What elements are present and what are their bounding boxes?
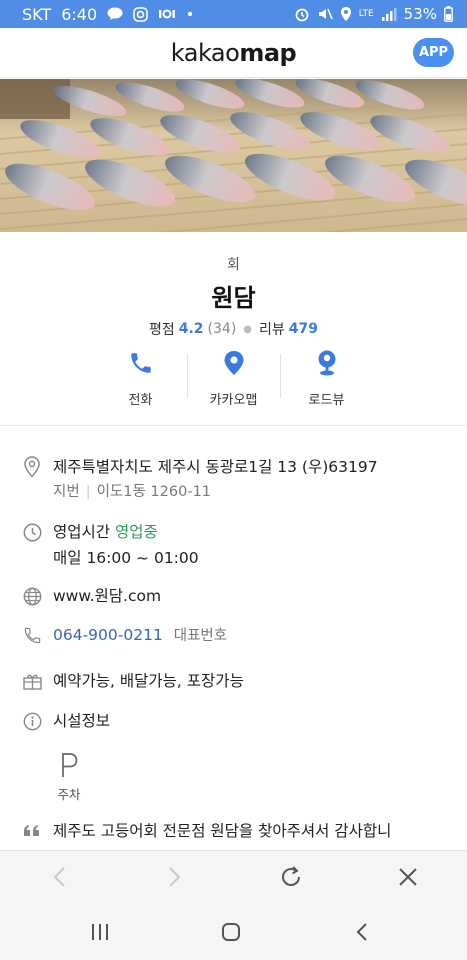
call-button-label: 전화 — [128, 393, 153, 408]
open-status: 영업중 — [114, 523, 158, 541]
parking-icon — [55, 752, 83, 782]
battery-icon — [444, 6, 453, 22]
gift-icon — [0, 668, 53, 694]
phone-row: 064-900-0211 대표번호 — [0, 622, 467, 648]
location-icon — [340, 6, 352, 22]
address-row: 제주특별자치도 제주시 동광로1길 13 (우)63197 지번 | 이도1동 12… — [0, 454, 467, 504]
system-back-button[interactable] — [349, 921, 375, 947]
hours-label: 영업시간 — [53, 523, 111, 541]
roadview-button[interactable]: 로드뷰 — [281, 350, 373, 410]
address-text[interactable]: 제주특별자치도 제주시 동광로1길 13 (우)63197 — [53, 454, 378, 480]
hours-status-line: 영업시간 영업중 — [53, 519, 199, 545]
place-photo[interactable] — [0, 79, 467, 232]
place-category: 회 — [227, 257, 240, 273]
talk-notification-icon — [107, 7, 123, 21]
browser-toolbar — [0, 850, 467, 906]
map-pin-icon — [223, 350, 245, 380]
alarm-icon — [294, 6, 310, 22]
open-app-button[interactable]: APP — [413, 38, 454, 67]
jibun-address: 지번 | 이도1동 1260-11 — [53, 480, 378, 504]
phone-line: 064-900-0211 대표번호 — [53, 622, 227, 648]
review-label: 리뷰 — [259, 322, 285, 338]
recent-apps-icon — [90, 923, 110, 945]
intro-row: 제주도 고등어회 전문점 원담을 찾아주셔서 감사합니 — [0, 818, 467, 844]
facility-row: 시설정보 — [0, 708, 467, 734]
parking-facility: 주차 — [55, 752, 83, 803]
services-row: 예약가능, 배달가능, 포장가능 — [0, 668, 467, 694]
rating-row[interactable]: 평점 4.2 (34) ● 리뷰 479 — [0, 319, 467, 339]
forward-button[interactable] — [161, 865, 189, 893]
chevron-right-icon — [168, 866, 182, 892]
app-header: kakaomap APP — [0, 28, 467, 78]
clock-icon — [0, 519, 53, 571]
jibun-separator: | — [85, 484, 91, 500]
hours-row: 영업시간 영업중 매일 16:00 ~ 01:00 — [0, 519, 467, 571]
action-bar: 전화 카카오맵 로드뷰 — [0, 350, 467, 410]
rating-label: 평점 — [148, 322, 175, 338]
rating-score: 4.2 — [178, 321, 204, 337]
mute-icon — [317, 6, 333, 22]
website-link[interactable]: www.원담.com — [53, 583, 161, 609]
parking-label: 주차 — [57, 787, 81, 802]
rating-count: (34) — [207, 321, 237, 337]
phone-number[interactable]: 064-900-0211 — [53, 626, 163, 644]
close-icon — [398, 867, 418, 891]
chevron-left-icon — [52, 866, 66, 892]
dot-icon — [186, 10, 194, 18]
kakaomap-button[interactable]: 카카오맵 — [188, 350, 280, 410]
home-button[interactable] — [218, 921, 244, 947]
app-notification-icon — [158, 8, 176, 20]
globe-icon — [0, 583, 53, 609]
review-count: 479 — [288, 321, 319, 337]
refresh-icon — [279, 865, 303, 893]
carrier-label: SKT — [22, 4, 52, 24]
jibun-label: 지번 — [53, 484, 80, 500]
battery-label: 53% — [403, 5, 437, 23]
info-icon — [0, 708, 53, 734]
roadview-icon — [316, 350, 338, 380]
status-bar: SKT 6:40 LTE 53% — [0, 0, 467, 28]
kakaomap-logo[interactable]: kakaomap — [171, 39, 297, 67]
jibun-value: 이도1동 1260-11 — [96, 484, 212, 500]
time-label: 6:40 — [61, 4, 98, 24]
back-arrow-icon — [355, 922, 369, 946]
intro-text: 제주도 고등어회 전문점 원담을 찾아주셔서 감사합니 — [53, 822, 392, 840]
signal-icon — [381, 7, 397, 21]
location-pin-icon — [0, 454, 53, 504]
back-button[interactable] — [45, 865, 73, 893]
phone-icon — [128, 350, 154, 380]
section-divider — [0, 425, 467, 426]
services-text: 예약가능, 배달가능, 포장가능 — [53, 672, 244, 690]
hours-text: 매일 16:00 ~ 01:00 — [53, 549, 199, 567]
website-row: www.원담.com — [0, 583, 467, 609]
recent-apps-button[interactable] — [87, 921, 113, 947]
roadview-button-label: 로드뷰 — [308, 393, 345, 408]
place-name: 원담 — [211, 284, 256, 312]
phone-type: 대표번호 — [173, 628, 228, 644]
close-button[interactable] — [394, 865, 422, 893]
facility-label: 시설정보 — [53, 712, 111, 730]
kakaomap-button-label: 카카오맵 — [209, 393, 258, 408]
place-info: 회 원담 평점 4.2 (34) ● 리뷰 479 — [0, 232, 467, 339]
refresh-button[interactable] — [277, 865, 305, 893]
separator-dot: ● — [243, 323, 253, 335]
instagram-icon — [133, 6, 148, 22]
phone-outline-icon — [0, 622, 53, 648]
system-nav-bar — [0, 906, 467, 960]
home-icon — [221, 922, 241, 946]
call-button[interactable]: 전화 — [95, 350, 187, 410]
network-label: LTE — [358, 8, 374, 19]
quote-icon — [0, 818, 53, 844]
